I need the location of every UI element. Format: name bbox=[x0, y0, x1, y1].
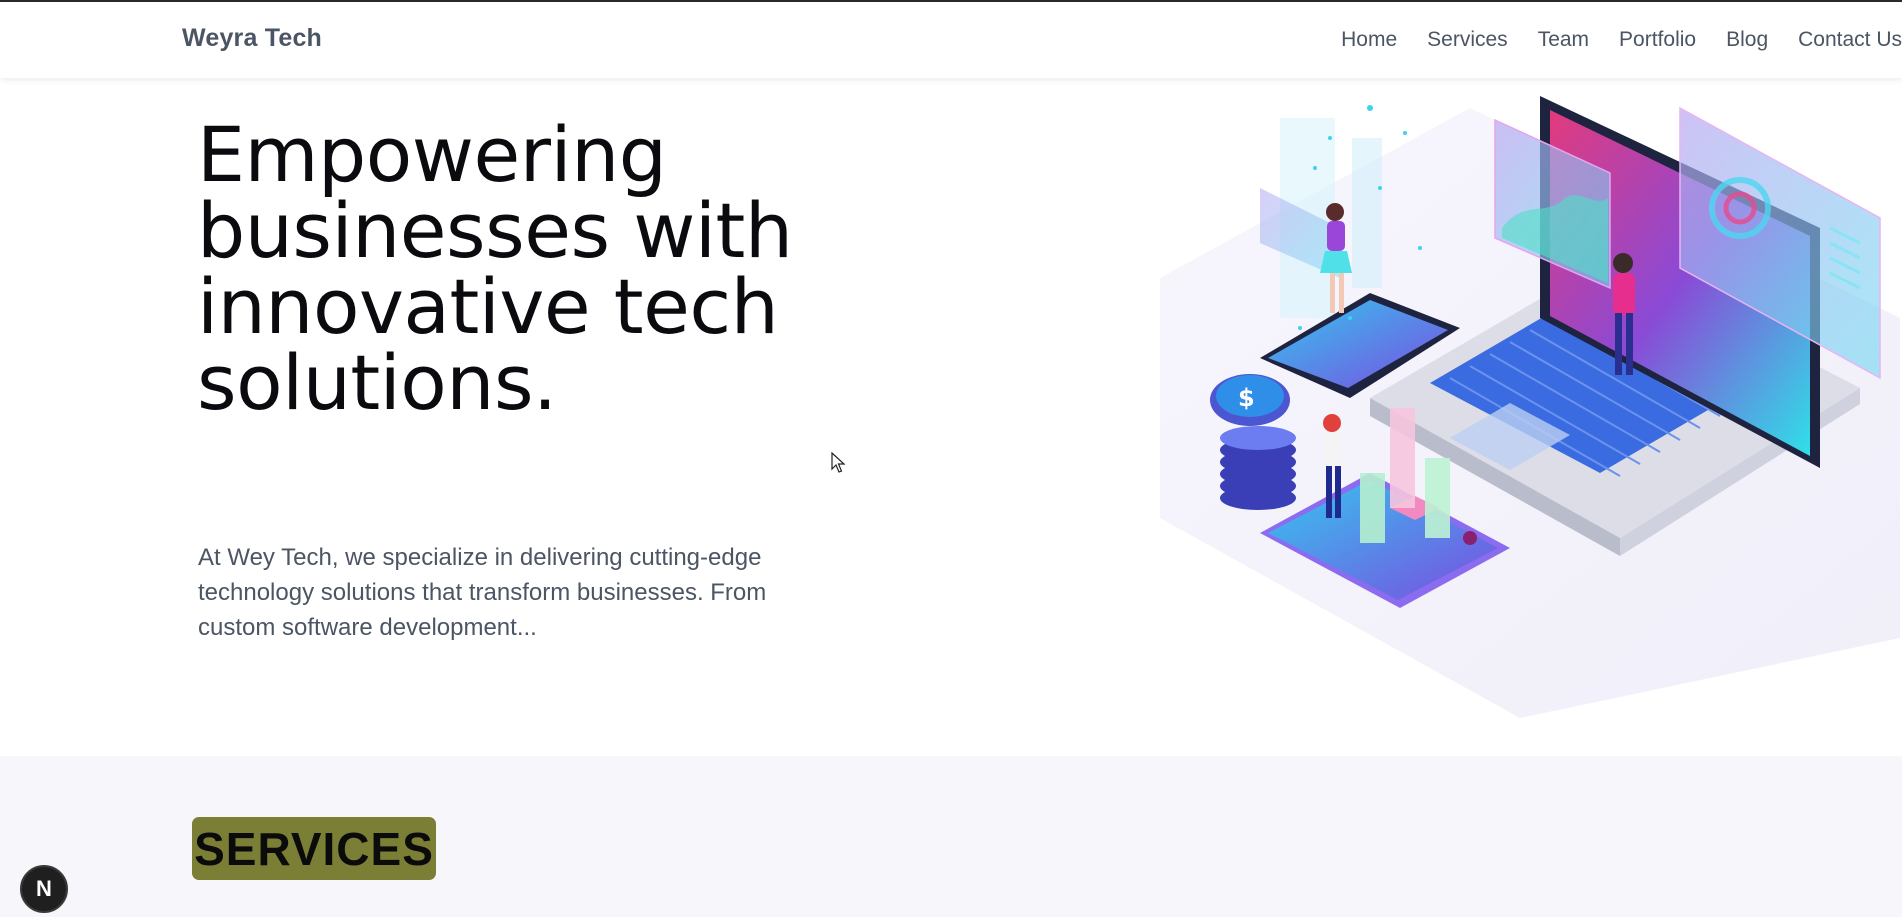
nav-services[interactable]: Services bbox=[1427, 28, 1508, 52]
hero-intro-text: At Wey Tech, we specialize in delivering… bbox=[198, 544, 767, 641]
brand-logo[interactable]: Weyra Tech bbox=[182, 24, 322, 53]
dev-tools-badge[interactable]: N bbox=[20, 865, 68, 913]
nav-team[interactable]: Team bbox=[1538, 28, 1589, 52]
dev-badge-letter: N bbox=[36, 876, 52, 901]
headline-line: Empowering bbox=[197, 110, 667, 199]
hero-illustration: $ bbox=[1160, 96, 1900, 718]
nav-portfolio[interactable]: Portfolio bbox=[1619, 28, 1696, 52]
nav-home[interactable]: Home bbox=[1341, 28, 1397, 52]
nav-contact-us[interactable]: Contact Us bbox=[1798, 28, 1902, 52]
headline-line: businesses with bbox=[197, 186, 793, 275]
svg-text:$: $ bbox=[1238, 384, 1255, 412]
nav-blog[interactable]: Blog bbox=[1726, 28, 1768, 52]
headline-line: innovative tech bbox=[197, 262, 779, 351]
services-heading-badge: SERVICES bbox=[192, 817, 436, 880]
site-header: Weyra Tech Home Services Team Portfolio … bbox=[0, 2, 1902, 78]
main-nav: Home Services Team Portfolio Blog Contac… bbox=[1311, 28, 1902, 52]
headline-line: solutions. bbox=[197, 338, 557, 427]
hero-headline: Empowering businesses with innovative te… bbox=[197, 117, 897, 421]
mouse-cursor-icon bbox=[831, 452, 846, 473]
